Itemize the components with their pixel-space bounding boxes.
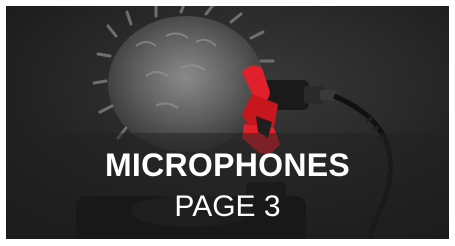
card-subtitle: PAGE 3 [174, 190, 281, 223]
card-title: MICROPHONES [104, 147, 351, 183]
category-card-microphones[interactable]: MICROPHONES PAGE 3 [6, 6, 449, 239]
